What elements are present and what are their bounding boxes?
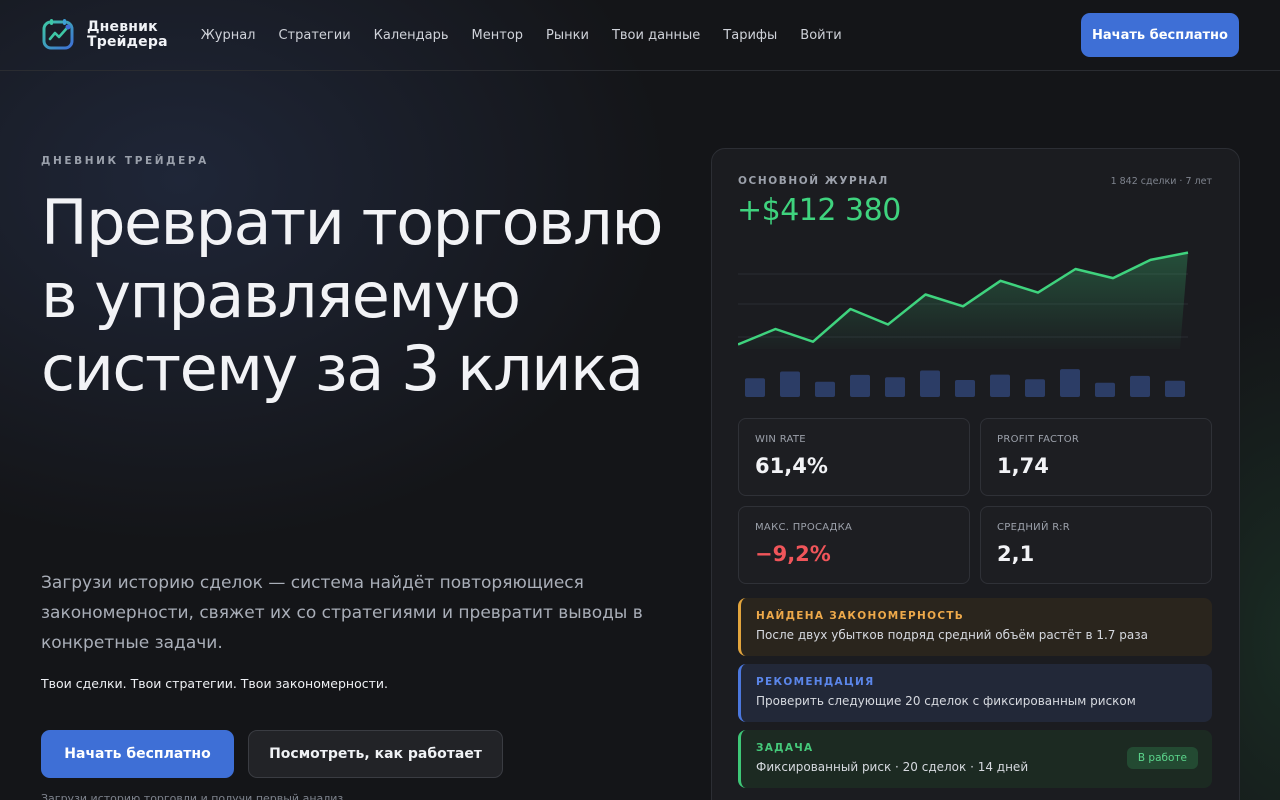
volume-bar [780, 371, 800, 397]
logo-line-1: Дневник [87, 19, 158, 35]
volume-bar [1025, 379, 1045, 397]
stat-label: WIN RATE [755, 434, 806, 445]
how-it-works-button[interactable]: Посмотреть, как работает [248, 730, 503, 778]
panel-total-pnl: +$412 380 [737, 193, 901, 228]
volume-bar [815, 381, 835, 397]
insight-title: НАЙДЕНА ЗАКОНОМЕРНОСТЬ [756, 610, 965, 622]
volume-bar [1165, 380, 1185, 397]
status-badge: В работе [1126, 747, 1198, 769]
volume-bar [1095, 382, 1115, 397]
insight-recommendation[interactable]: РЕКОМЕНДАЦИЯ Проверить следующие 20 сдел… [738, 664, 1212, 722]
nav-item-pricing[interactable]: Тарифы [723, 28, 777, 43]
stat-avg-rr: СРЕДНИЙ R:R 2,1 [980, 506, 1212, 584]
volume-bar [1130, 375, 1150, 397]
logo-line-2: Трейдера [87, 34, 168, 50]
volume-bar [850, 374, 870, 397]
volume-bar [920, 370, 940, 397]
volume-bar [885, 377, 905, 397]
nav-item-strategies[interactable]: Стратегии [278, 28, 350, 43]
insight-text: Проверить следующие 20 сделок с фиксиров… [756, 694, 1136, 708]
volume-bar [955, 380, 975, 397]
insight-text: После двух убытков подряд средний объём … [756, 628, 1148, 642]
stat-value: 2,1 [997, 542, 1035, 566]
insight-text: Фиксированный риск · 20 сделок · 14 дней [756, 760, 1029, 774]
journal-panel: ОСНОВНОЙ ЖУРНАЛ 1 842 сделки · 7 лет +$4… [711, 148, 1240, 800]
main-nav: Журнал Стратегии Календарь Ментор Рынки … [201, 28, 842, 43]
logo[interactable]: Дневник Трейдера [41, 17, 168, 53]
equity-area [738, 252, 1188, 349]
site-header: Дневник Трейдера Журнал Стратегии Календ… [0, 0, 1280, 71]
stat-value: 61,4% [755, 454, 828, 478]
nav-item-your-data[interactable]: Твои данные [612, 28, 700, 43]
equity-chart [738, 251, 1189, 397]
hero-start-free-button[interactable]: Начать бесплатно [41, 730, 234, 778]
stat-label: PROFIT FACTOR [997, 434, 1080, 445]
nav-item-calendar[interactable]: Календарь [374, 28, 449, 43]
hero-eyebrow: ДНЕВНИК ТРЕЙДЕРА [41, 155, 209, 167]
stat-label: СРЕДНИЙ R:R [997, 522, 1071, 533]
header-start-free-button[interactable]: Начать бесплатно [1081, 13, 1239, 57]
volume-bar [745, 378, 765, 397]
stat-max-drawdown: МАКС. ПРОСАДКА −9,2% [738, 506, 970, 584]
panel-meta: 1 842 сделки · 7 лет [1110, 176, 1212, 187]
stat-win-rate: WIN RATE 61,4% [738, 418, 970, 496]
insight-title: ЗАДАЧА [756, 742, 814, 754]
nav-item-journal[interactable]: Журнал [201, 28, 256, 43]
stat-profit-factor: PROFIT FACTOR 1,74 [980, 418, 1212, 496]
nav-item-mentor[interactable]: Ментор [472, 28, 524, 43]
logo-icon [42, 19, 74, 50]
stat-label: МАКС. ПРОСАДКА [755, 522, 853, 533]
panel-label: ОСНОВНОЙ ЖУРНАЛ [738, 175, 889, 187]
hero-subtitle: Загрузи историю сделок — система найдёт … [41, 573, 643, 653]
hero-footnote: Загрузи историю торговли и получи первый… [41, 792, 344, 800]
insight-pattern-found[interactable]: НАЙДЕНА ЗАКОНОМЕРНОСТЬ После двух убытко… [738, 598, 1212, 656]
hero-tagline: Твои сделки. Твои стратегии. Твои законо… [41, 676, 388, 691]
insight-title: РЕКОМЕНДАЦИЯ [756, 676, 875, 688]
logo-text: Дневник Трейдера [87, 20, 168, 50]
nav-item-markets[interactable]: Рынки [546, 28, 589, 43]
hero-actions: Начать бесплатно Посмотреть, как работае… [41, 730, 503, 778]
volume-bar [990, 374, 1010, 397]
volume-bar [1060, 369, 1080, 397]
hero-title: Преврати торговлю в управляемую систему … [41, 186, 663, 405]
insight-task[interactable]: ЗАДАЧА Фиксированный риск · 20 сделок · … [738, 730, 1212, 788]
nav-item-login[interactable]: Войти [800, 28, 841, 43]
stat-value: −9,2% [755, 542, 831, 566]
stat-value: 1,74 [997, 454, 1049, 478]
